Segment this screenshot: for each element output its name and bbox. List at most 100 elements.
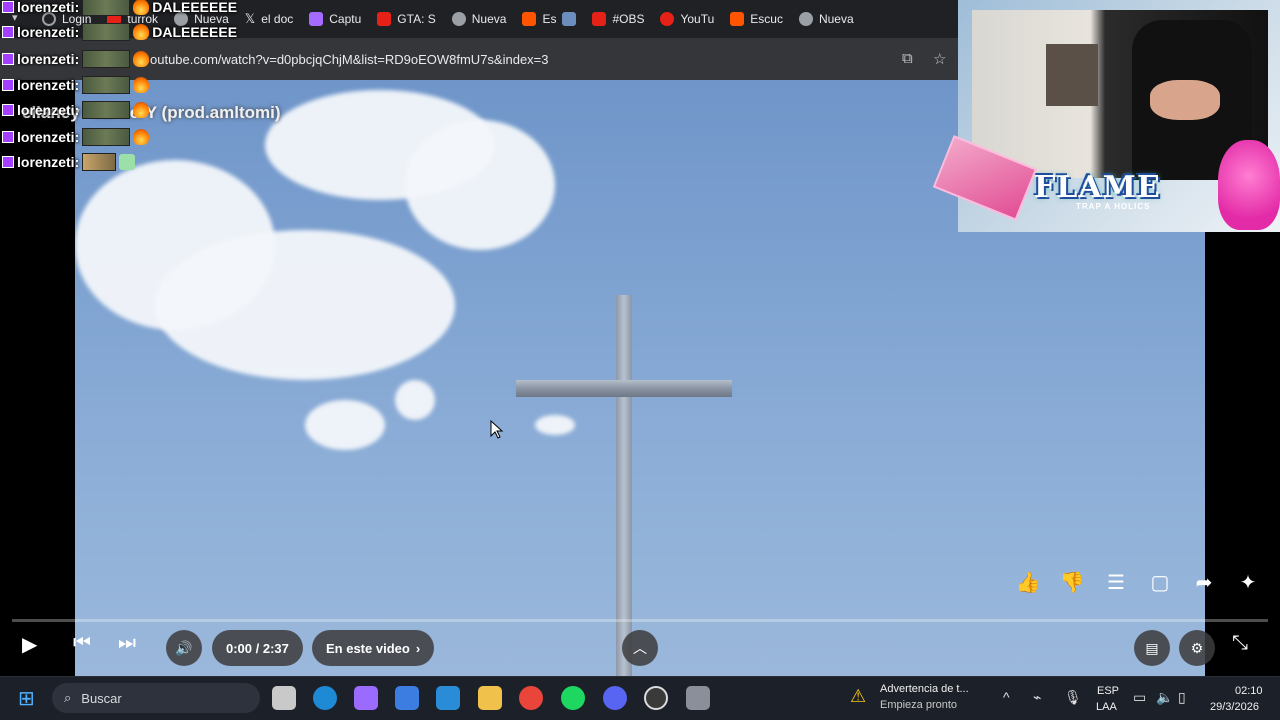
emote-icon xyxy=(82,76,131,94)
store-icon[interactable] xyxy=(395,686,419,710)
chapters-button[interactable]: En este video › xyxy=(312,630,435,666)
captions-icon: ▤ xyxy=(1145,639,1159,656)
taskbar-search[interactable]: ⌕ Buscar xyxy=(52,683,260,713)
browser-tab[interactable]: Es xyxy=(514,0,584,38)
time-text: 0:00 / 2:37 xyxy=(226,640,289,656)
clock-time[interactable]: 02:10 xyxy=(1235,685,1263,697)
chat-username: lorenzeti: xyxy=(17,24,80,40)
obs-icon[interactable] xyxy=(644,686,668,710)
tab-label: Nueva xyxy=(818,12,854,26)
spotify-icon[interactable] xyxy=(561,686,585,710)
chat-username: lorenzeti: xyxy=(17,102,80,118)
edge-icon[interactable] xyxy=(313,686,337,710)
chat-message: lorenzeti: xyxy=(2,127,150,147)
windows-start-icon[interactable]: ⊞ xyxy=(18,686,35,711)
chat-username: lorenzeti: xyxy=(17,77,80,93)
speaker-icon[interactable]: 🔈 xyxy=(1156,689,1173,706)
video-actions: 👍 👎 ☰ ▢ ➦ ✦ xyxy=(1006,563,1280,601)
chevron-up-icon[interactable]: ^ xyxy=(1003,689,1010,705)
settings-app-icon[interactable] xyxy=(686,686,710,710)
next-icon[interactable]: ⏭ xyxy=(118,632,136,655)
emote-icon xyxy=(82,23,131,41)
brand-subtitle: TRAP A HOLICS xyxy=(1076,202,1151,211)
discord-icon[interactable] xyxy=(603,686,627,710)
chrome-icon[interactable] xyxy=(519,686,543,710)
file-explorer-icon[interactable] xyxy=(478,686,502,710)
tab-label: el doc xyxy=(261,12,294,26)
bookmark-star-icon[interactable]: ☆ xyxy=(933,50,946,68)
dislike-icon[interactable]: 👎 xyxy=(1050,570,1094,595)
chat-message: lorenzeti: xyxy=(2,75,150,95)
chat-icon[interactable]: ▢ xyxy=(1138,570,1182,595)
chat-username: lorenzeti: xyxy=(17,129,80,145)
share-icon[interactable]: ➦ xyxy=(1182,570,1226,595)
fire-emote-icon xyxy=(133,0,150,15)
chat-text: DALEEEEEE xyxy=(152,0,238,15)
chevron-up-icon: ︿ xyxy=(633,640,647,656)
task-view-icon[interactable] xyxy=(272,686,296,710)
cross-horizontal xyxy=(516,380,732,397)
badge-icon xyxy=(2,1,14,13)
exit-fullscreen-icon[interactable]: ⤡ xyxy=(1232,632,1248,655)
gift-emote-icon xyxy=(119,154,136,170)
notification-title[interactable]: Advertencia de t... xyxy=(880,683,969,695)
gear-icon: ⚙ xyxy=(1190,639,1204,656)
outlook-icon[interactable] xyxy=(436,686,460,710)
like-icon[interactable]: 👍 xyxy=(1006,570,1050,595)
chrome-icon xyxy=(798,12,813,26)
play-icon[interactable]: ▶ xyxy=(22,632,37,657)
browser-tab[interactable]: Escuc xyxy=(722,0,791,38)
emote-icon xyxy=(82,101,131,119)
language-code[interactable]: ESP xyxy=(1097,685,1119,697)
mouse-cursor-icon xyxy=(490,420,504,439)
install-app-icon[interactable]: ⧉ xyxy=(902,50,913,67)
chat-username: lorenzeti: xyxy=(17,154,80,170)
webcam-feed xyxy=(972,10,1268,180)
tab-label: YouTu xyxy=(680,12,715,26)
pen-icon xyxy=(309,12,324,26)
browser-tab[interactable]: #OBS xyxy=(584,0,652,38)
browser-tab[interactable]: Captu xyxy=(301,0,369,38)
captions-button[interactable]: ▤ xyxy=(1134,630,1170,666)
url-text[interactable]: outube.com/watch?v=d0pbcjqChjM&list=RD9o… xyxy=(150,52,549,67)
soundcloud-icon xyxy=(522,12,537,26)
previous-icon[interactable]: ⏮ xyxy=(73,632,91,655)
chat-text: DALEEEEEE xyxy=(152,24,238,40)
keyboard-layout[interactable]: LAA xyxy=(1096,701,1117,713)
browser-tab[interactable]: GTA: S xyxy=(369,0,443,38)
expand-button[interactable]: ︿ xyxy=(622,630,658,666)
progress-bar[interactable] xyxy=(12,619,1268,622)
tab-label: Nueva xyxy=(471,12,507,26)
chat-message: lorenzeti: xyxy=(2,152,136,172)
browser-tab[interactable]: Nueva xyxy=(791,0,862,38)
fire-emote-icon xyxy=(133,24,150,40)
settings-button[interactable]: ⚙ xyxy=(1179,630,1215,666)
microphone-icon[interactable]: 🎙 xyxy=(1064,689,1082,706)
emote-icon xyxy=(82,128,131,146)
chrome-icon xyxy=(451,12,466,26)
screen-share-icon xyxy=(562,12,577,26)
volume-button[interactable]: 🔊 xyxy=(166,630,202,666)
tab-label: Captu xyxy=(329,12,362,26)
youtube-icon xyxy=(377,12,392,26)
chapters-label: En este video xyxy=(326,640,410,656)
browser-tab[interactable]: Nueva xyxy=(444,0,515,38)
battery-icon[interactable]: ▯ xyxy=(1178,689,1186,706)
browser-tab[interactable]: 𝕏el doc xyxy=(237,0,302,38)
buddha-sticker xyxy=(1218,140,1280,230)
comments-icon[interactable]: ☰ xyxy=(1094,570,1138,595)
copilot-icon[interactable] xyxy=(354,686,378,710)
chat-username: lorenzeti: xyxy=(17,0,80,15)
ask-ai-icon[interactable]: ✦ xyxy=(1226,570,1270,595)
notification-subtitle: Empieza pronto xyxy=(880,699,958,711)
display-icon[interactable]: ▭ xyxy=(1133,689,1146,706)
clock-date[interactable]: 29/3/2026 xyxy=(1210,701,1259,713)
browser-tab[interactable]: YouTu xyxy=(652,0,722,38)
search-placeholder: Buscar xyxy=(81,690,122,706)
time-display: 0:00 / 2:37 xyxy=(212,630,303,666)
emote-icon xyxy=(82,50,131,68)
badge-icon xyxy=(2,26,14,38)
fire-emote-icon xyxy=(133,77,150,93)
warning-icon[interactable]: ⚠ xyxy=(850,686,866,707)
network-off-icon[interactable]: ⌁ xyxy=(1033,689,1041,706)
